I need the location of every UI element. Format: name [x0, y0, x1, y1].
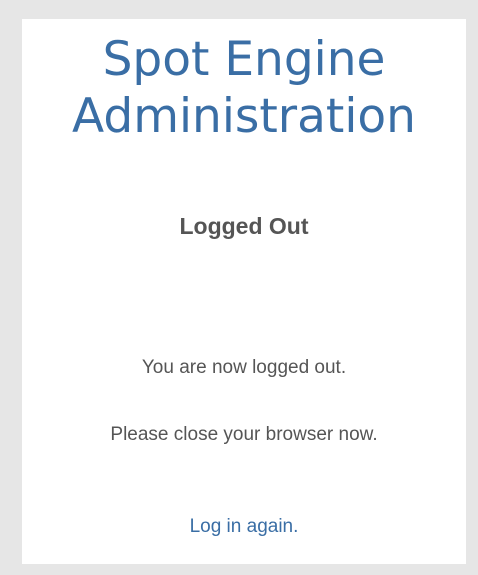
page-title: Logged Out	[179, 213, 309, 239]
page-frame: Spot Engine Administration Logged Out Yo…	[0, 0, 478, 575]
logout-panel: Spot Engine Administration Logged Out Yo…	[22, 19, 466, 564]
app-title-line-1: Spot Engine	[102, 32, 386, 87]
login-again-link[interactable]: Log in again.	[22, 515, 466, 539]
app-title: Spot Engine Administration	[22, 31, 466, 145]
logged-out-message: You are now logged out.	[141, 357, 347, 378]
app-title-line-2: Administration	[72, 89, 416, 144]
close-browser-message: Please close your browser now.	[110, 424, 378, 445]
